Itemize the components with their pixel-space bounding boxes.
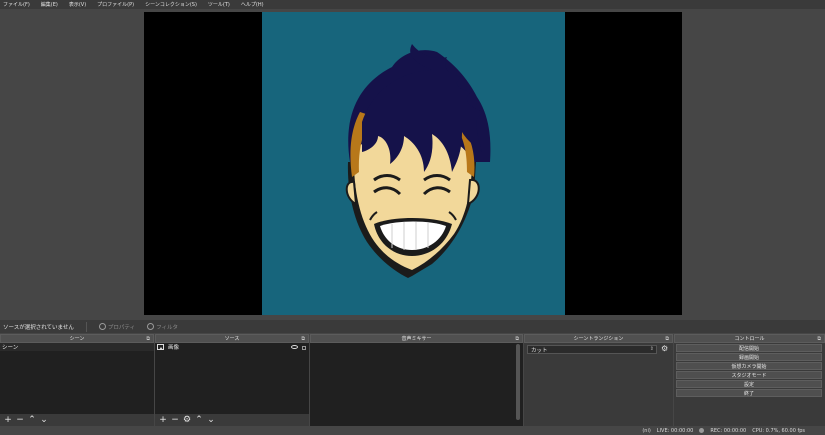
float-icon[interactable]: ⧉ xyxy=(817,336,821,342)
scenes-list[interactable]: シーン xyxy=(0,343,154,414)
scenes-dock-header: シーン ⧉ xyxy=(0,334,154,343)
image-icon xyxy=(157,344,164,350)
float-icon[interactable]: ⧉ xyxy=(146,336,150,342)
menu-profile[interactable]: プロファイル(P) xyxy=(97,1,134,8)
audio-mixer-dock: 音声ミキサー ⧉ xyxy=(310,334,523,426)
controls-dock: コントロール ⧉ 配信開始 録画開始 仮想カメラ開始 スタジオモード 設定 終了 xyxy=(674,334,825,426)
settings-button[interactable]: 設定 xyxy=(676,380,822,388)
scenes-dock-title: シーン xyxy=(69,336,85,342)
studio-mode-button[interactable]: スタジオモード xyxy=(676,371,822,379)
menu-file[interactable]: ファイル(F) xyxy=(3,1,30,8)
filter-icon xyxy=(147,323,155,330)
remove-source-button[interactable]: − xyxy=(171,415,179,425)
move-up-icon[interactable]: ⌃ xyxy=(195,415,203,425)
image-source-preview[interactable] xyxy=(262,12,565,315)
mixer-dock-title: 音声ミキサー xyxy=(401,336,432,342)
no-source-selected-text: ソースが選択されていません xyxy=(3,324,74,331)
sources-dock-title: ソース xyxy=(224,336,240,342)
controls-dock-title: コントロール xyxy=(734,336,765,342)
cpu-fps-status: CPU: 0.7%, 60.00 fps xyxy=(752,427,805,434)
source-item[interactable]: 画像 xyxy=(155,343,309,351)
add-source-button[interactable]: + xyxy=(159,415,167,425)
menu-bar: ファイル(F) 編集(E) 表示(V) プロファイル(P) シーンコレクション(… xyxy=(0,0,825,9)
mixer-dock-header: 音声ミキサー ⧉ xyxy=(310,334,523,343)
scene-transitions-dock: シーントランジション ⧉ カット ⇕ ⚙ xyxy=(524,334,673,426)
exit-button[interactable]: 終了 xyxy=(676,389,822,397)
dropped-frames-text: (ni) xyxy=(642,427,651,434)
lock-icon[interactable] xyxy=(302,345,306,350)
remove-scene-button[interactable]: − xyxy=(16,415,24,425)
sources-toolbar: + − ⚙ ⌃ ⌄ xyxy=(155,414,309,426)
divider xyxy=(85,321,87,332)
menu-tools[interactable]: ツール(T) xyxy=(208,1,230,8)
controls-dock-header: コントロール ⧉ xyxy=(674,334,825,343)
gear-icon xyxy=(98,323,106,330)
transitions-dock-title: シーントランジション xyxy=(573,336,624,342)
mixer-panel xyxy=(310,343,523,426)
float-icon[interactable]: ⧉ xyxy=(301,336,305,342)
menu-view[interactable]: 表示(V) xyxy=(69,1,86,8)
transition-select[interactable]: カット ⇕ xyxy=(527,345,657,354)
float-icon[interactable]: ⧉ xyxy=(665,336,669,342)
scenes-toolbar: + − ⌃ ⌄ xyxy=(0,414,154,426)
scene-item[interactable]: シーン xyxy=(0,343,154,351)
visibility-eye-icon[interactable] xyxy=(291,344,298,349)
sources-list[interactable]: 画像 xyxy=(155,343,309,414)
move-down-icon[interactable]: ⌄ xyxy=(40,415,48,425)
sources-dock-header: ソース ⧉ xyxy=(155,334,309,343)
source-toolbar: ソースが選択されていません プロパティ フィルタ xyxy=(0,320,825,333)
menu-help[interactable]: ヘルプ(H) xyxy=(241,1,264,8)
add-scene-button[interactable]: + xyxy=(4,415,12,425)
chevron-updown-icon: ⇕ xyxy=(649,346,654,352)
start-virtual-camera-button[interactable]: 仮想カメラ開始 xyxy=(676,362,822,370)
record-indicator-icon xyxy=(699,428,705,433)
smiling-boy-illustration xyxy=(345,44,491,278)
status-bar: (ni) LIVE: 00:00:00 REC: 00:00:00 CPU: 0… xyxy=(0,426,825,435)
sources-dock: ソース ⧉ 画像 + − ⚙ ⌃ ⌄ xyxy=(155,334,309,426)
filters-button[interactable]: フィルタ xyxy=(147,323,178,331)
transitions-dock-header: シーントランジション ⧉ xyxy=(524,334,673,343)
rec-status: REC: 00:00:00 xyxy=(710,427,747,434)
move-up-icon[interactable]: ⌃ xyxy=(28,415,36,425)
start-streaming-button[interactable]: 配信開始 xyxy=(676,344,822,352)
live-status: LIVE: 00:00:00 xyxy=(656,427,694,434)
menu-edit[interactable]: 編集(E) xyxy=(41,1,58,8)
move-down-icon[interactable]: ⌄ xyxy=(207,415,215,425)
source-settings-gear-icon[interactable]: ⚙ xyxy=(183,415,191,425)
scenes-dock: シーン ⧉ シーン + − ⌃ ⌄ xyxy=(0,334,154,426)
transition-gear-icon[interactable]: ⚙ xyxy=(661,344,668,353)
properties-button[interactable]: プロパティ xyxy=(98,323,135,331)
float-icon[interactable]: ⧉ xyxy=(515,336,519,342)
preview-canvas[interactable] xyxy=(144,12,682,315)
menu-scene-collection[interactable]: シーンコレクション(S) xyxy=(145,1,197,8)
preview-area xyxy=(0,9,825,319)
start-recording-button[interactable]: 録画開始 xyxy=(676,353,822,361)
mixer-scrollbar[interactable] xyxy=(516,344,520,420)
